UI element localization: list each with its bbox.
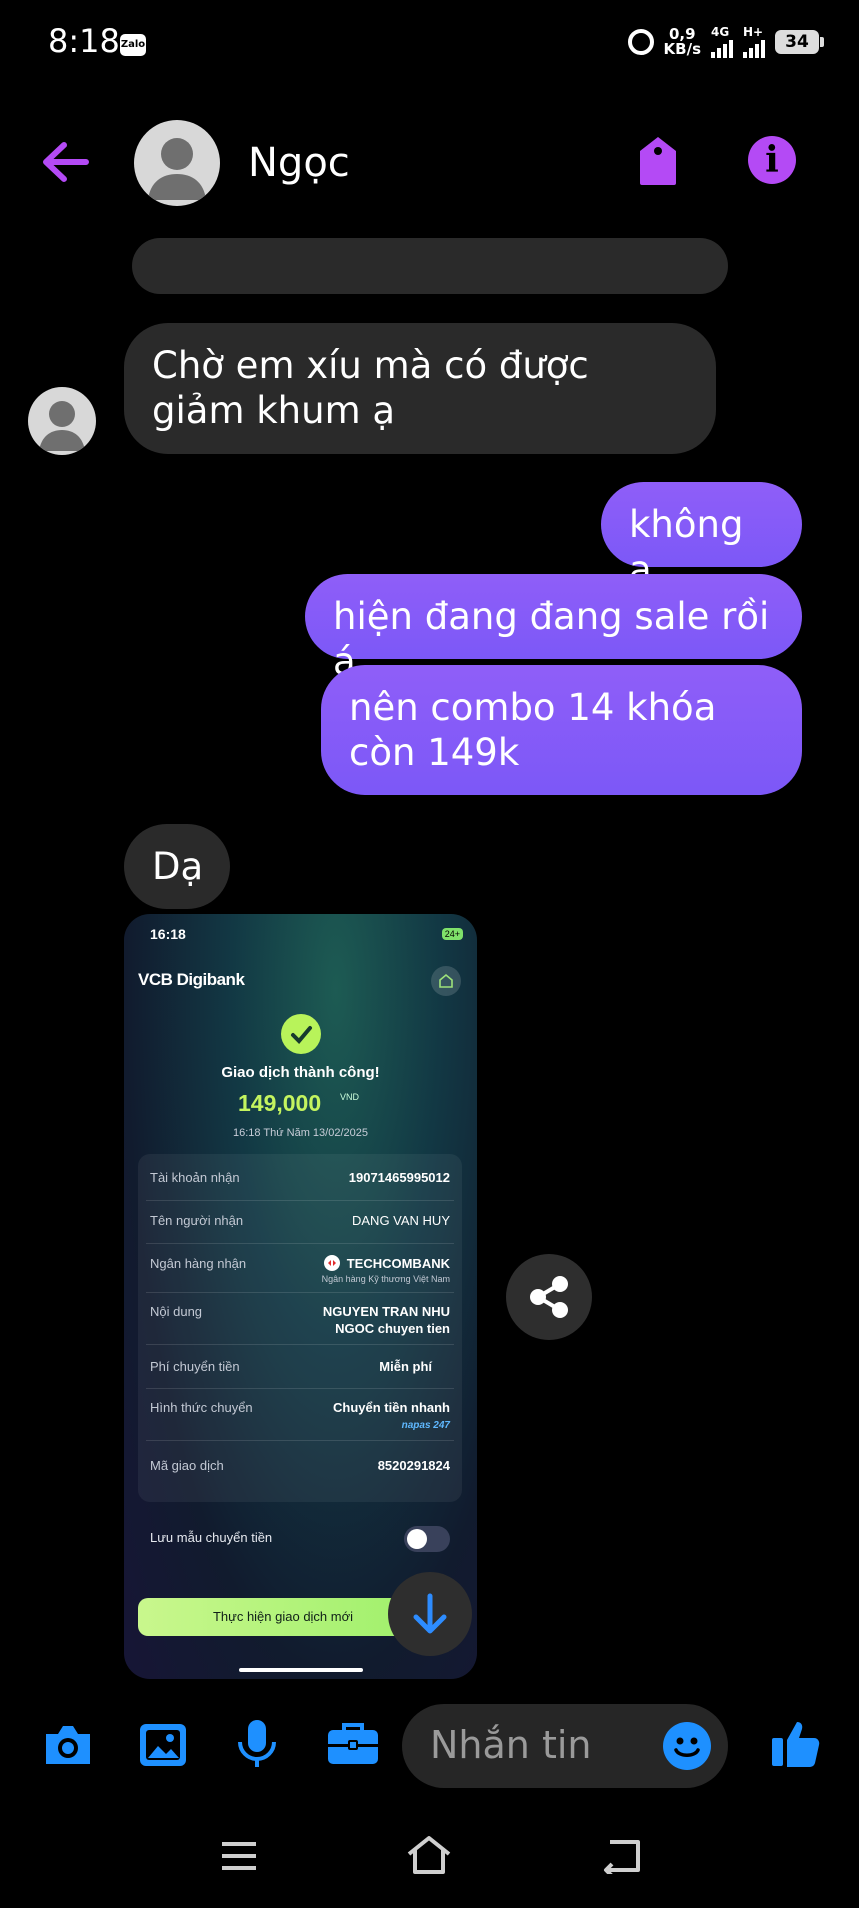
row-label: Tài khoản nhận: [150, 1170, 240, 1185]
save-template-label: Lưu mẫu chuyển tiền: [150, 1530, 273, 1545]
back-nav-icon[interactable]: [600, 1838, 642, 1878]
briefcase-icon[interactable]: [326, 1720, 380, 1772]
receipt-amount: 149,000: [238, 1090, 322, 1116]
zalo-notification-icon: Zalo: [120, 34, 146, 56]
new-transaction-button: Thực hiện giao dịch mới: [138, 1598, 428, 1636]
image-gallery-icon[interactable]: [138, 1722, 188, 1772]
share-icon[interactable]: [506, 1254, 592, 1340]
back-arrow-icon[interactable]: [40, 140, 90, 188]
row-value-2: NGOC chuyen tien: [335, 1321, 450, 1336]
row-label: Mã giao dịch: [150, 1458, 224, 1473]
tag-icon[interactable]: [636, 135, 680, 191]
row-label: Nội dung: [150, 1304, 203, 1319]
battery-icon: 34: [775, 30, 824, 54]
napas-logo: napas 247: [401, 1420, 450, 1431]
signal-1: 4G: [711, 26, 733, 58]
home-nav-icon[interactable]: [405, 1834, 453, 1880]
success-check-icon: [281, 1014, 321, 1054]
status-icons: 0,9 KB/s 4G H+ 34: [627, 26, 824, 58]
row-label: Tên người nhận: [150, 1213, 244, 1228]
techcombank-logo: [324, 1255, 340, 1271]
row-value: 8520291824: [377, 1458, 450, 1473]
message-bubble-partial: [132, 238, 728, 294]
network-type-2: H+: [743, 25, 764, 39]
row-value: NGUYEN TRAN NHU: [322, 1304, 450, 1319]
row-sub: Ngân hàng Kỹ thương Việt Nam: [321, 1274, 450, 1284]
message-bubble-received[interactable]: Chờ em xíu mà có được giảm khum ạ: [124, 323, 716, 454]
new-transaction-label: Thực hiện giao dịch mới: [212, 1609, 354, 1624]
emoji-icon[interactable]: [663, 1722, 711, 1770]
speed-unit: KB/s: [663, 40, 701, 58]
receipt-currency: VND: [340, 1092, 360, 1102]
home-icon: [431, 966, 461, 996]
message-input-placeholder[interactable]: Nhắn tin: [430, 1723, 592, 1767]
info-icon[interactable]: i: [748, 136, 796, 184]
network-speed: 0,9 KB/s: [664, 27, 701, 57]
row-value: DANG VAN HUY: [352, 1213, 450, 1228]
network-type-1: 4G: [711, 25, 730, 39]
row-value: Miễn phí: [379, 1359, 432, 1374]
microphone-icon[interactable]: [235, 1718, 279, 1774]
receipt-image-message[interactable]: 16:18 24+ VCB Digibank Giao dịch thành c…: [124, 914, 477, 1679]
home-indicator: [239, 1668, 363, 1672]
row-label: Hình thức chuyển: [150, 1400, 253, 1415]
signal-bars-icon: [711, 38, 733, 58]
camera-icon[interactable]: [42, 1722, 94, 1772]
receipt-status: Giao dịch thành công!: [221, 1064, 380, 1081]
receipt-time: 16:18: [150, 926, 186, 942]
row-label: Phí chuyển tiền: [150, 1359, 240, 1374]
status-time: 8:18: [48, 22, 120, 60]
row-value: 19071465995012: [348, 1170, 450, 1185]
alarm-icon: [627, 29, 654, 55]
receipt-datetime: 16:18 Thứ Năm 13/02/2025: [233, 1127, 368, 1139]
receipt-details-card: Tài khoản nhận 19071465995012 Tên người …: [138, 1154, 462, 1502]
save-template-toggle: [404, 1526, 450, 1552]
contact-name[interactable]: Ngọc: [248, 140, 350, 186]
row-label: Ngân hàng nhận: [150, 1256, 247, 1271]
signal-bars-icon: [743, 38, 765, 58]
row-value: Chuyển tiền nhanh: [333, 1400, 450, 1415]
receipt-battery-icon: 24+: [441, 928, 463, 940]
signal-2: H+: [743, 26, 765, 58]
message-bubble-sent[interactable]: hiện đang đang sale rồi á: [305, 574, 802, 683]
contact-avatar[interactable]: [134, 120, 220, 206]
message-bubble-received[interactable]: Dạ: [124, 824, 230, 909]
row-value: TECHCOMBANK: [346, 1256, 450, 1271]
sender-avatar[interactable]: [28, 387, 96, 455]
message-bubble-sent[interactable]: không ạ: [601, 482, 802, 591]
recent-apps-icon[interactable]: [220, 1840, 258, 1876]
thumbs-up-icon[interactable]: [770, 1716, 822, 1774]
scroll-down-icon[interactable]: [388, 1572, 472, 1656]
message-bubble-sent[interactable]: nên combo 14 khóa còn 149k: [321, 665, 802, 795]
receipt-bank-name: VCB Digibank: [138, 970, 245, 989]
